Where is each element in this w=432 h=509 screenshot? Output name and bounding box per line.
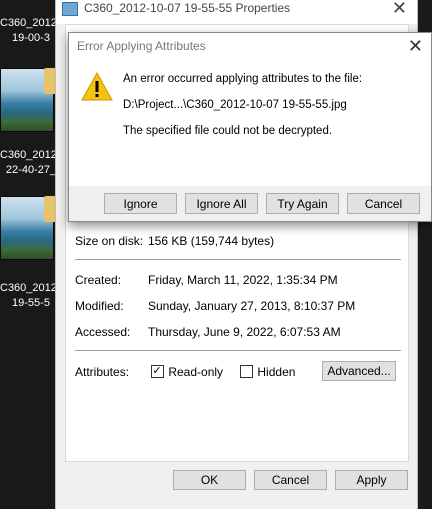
divider: [75, 259, 401, 260]
file-item[interactable]: C360_2012-0 19-00-3: [0, 16, 62, 46]
advanced-button[interactable]: Advanced...: [322, 361, 396, 381]
explorer-pane: C360_2012-0 19-00-3 C360_2012-0 22-40-27…: [0, 0, 62, 509]
error-message: An error occurred applying attributes to…: [123, 73, 363, 85]
dialog-cancel-button[interactable]: Cancel: [347, 193, 420, 214]
file-path: D:\Project...\C360_2012-10-07 19-55-55.j…: [123, 99, 347, 111]
dialog-titlebar[interactable]: Error Applying Attributes ✕: [69, 33, 431, 61]
hidden-label[interactable]: Hidden: [257, 365, 295, 379]
created-row: Created: Friday, March 11, 2022, 1:35:34 …: [75, 272, 338, 288]
modified-value: Sunday, January 27, 2013, 8:10:37 PM: [148, 299, 356, 313]
ignore-all-button[interactable]: Ignore All: [185, 193, 258, 214]
dialog-body: An error occurred applying attributes to…: [69, 61, 431, 186]
file-name-line2: 19-55-5: [12, 297, 50, 309]
error-dialog: Error Applying Attributes ✕ An error occ…: [68, 32, 432, 222]
properties-titlebar[interactable]: C360_2012-10-07 19-55-55 Properties ✕: [56, 0, 417, 24]
apply-button[interactable]: Apply: [335, 470, 408, 490]
size-on-disk-row: Size on disk: 156 KB (159,744 bytes): [75, 233, 274, 249]
close-icon[interactable]: ✕: [392, 0, 407, 19]
hidden-checkbox[interactable]: [240, 365, 254, 378]
properties-title: C360_2012-10-07 19-55-55 Properties: [84, 1, 291, 15]
modified-label: Modified:: [75, 299, 124, 313]
modified-row: Modified: Sunday, January 27, 2013, 8:10:…: [75, 298, 355, 314]
dialog-title: Error Applying Attributes: [77, 39, 206, 53]
ignore-button[interactable]: Ignore: [104, 193, 177, 214]
error-detail: The specified file could not be decrypte…: [123, 125, 333, 137]
created-value: Friday, March 11, 2022, 1:35:34 PM: [148, 273, 338, 287]
readonly-checkbox[interactable]: [151, 363, 165, 379]
readonly-label[interactable]: Read-only: [168, 365, 223, 379]
accessed-row: Accessed: Thursday, June 9, 2022, 6:07:53…: [75, 324, 341, 340]
file-name-line1: C360_2012-0: [0, 17, 62, 29]
warning-icon: [81, 71, 113, 101]
divider: [75, 350, 401, 351]
file-icon: [62, 2, 78, 16]
accessed-value: Thursday, June 9, 2022, 6:07:53 AM: [148, 325, 341, 339]
file-item[interactable]: C360_2012-0 22-40-27_: [0, 148, 62, 178]
file-name-line2: 22-40-27_: [5, 164, 57, 176]
accessed-label: Accessed:: [75, 325, 131, 339]
size-on-disk-label: Size on disk:: [75, 234, 144, 248]
created-label: Created:: [75, 273, 122, 287]
close-icon[interactable]: ✕: [408, 36, 423, 57]
size-on-disk-value: 156 KB (159,744 bytes): [148, 234, 275, 248]
attributes-row: Attributes: Read-only Hidden: [75, 363, 295, 380]
file-name-line1: C360_2012-1: [0, 282, 62, 294]
attributes-label: Attributes:: [75, 365, 130, 379]
try-again-button[interactable]: Try Again: [266, 193, 339, 214]
file-name-line1: C360_2012-0: [0, 149, 62, 161]
file-item[interactable]: C360_2012-1 19-55-5: [0, 281, 62, 311]
ok-button[interactable]: OK: [173, 470, 246, 490]
cancel-button[interactable]: Cancel: [254, 470, 327, 490]
file-name-line2: 19-00-3: [12, 32, 50, 44]
